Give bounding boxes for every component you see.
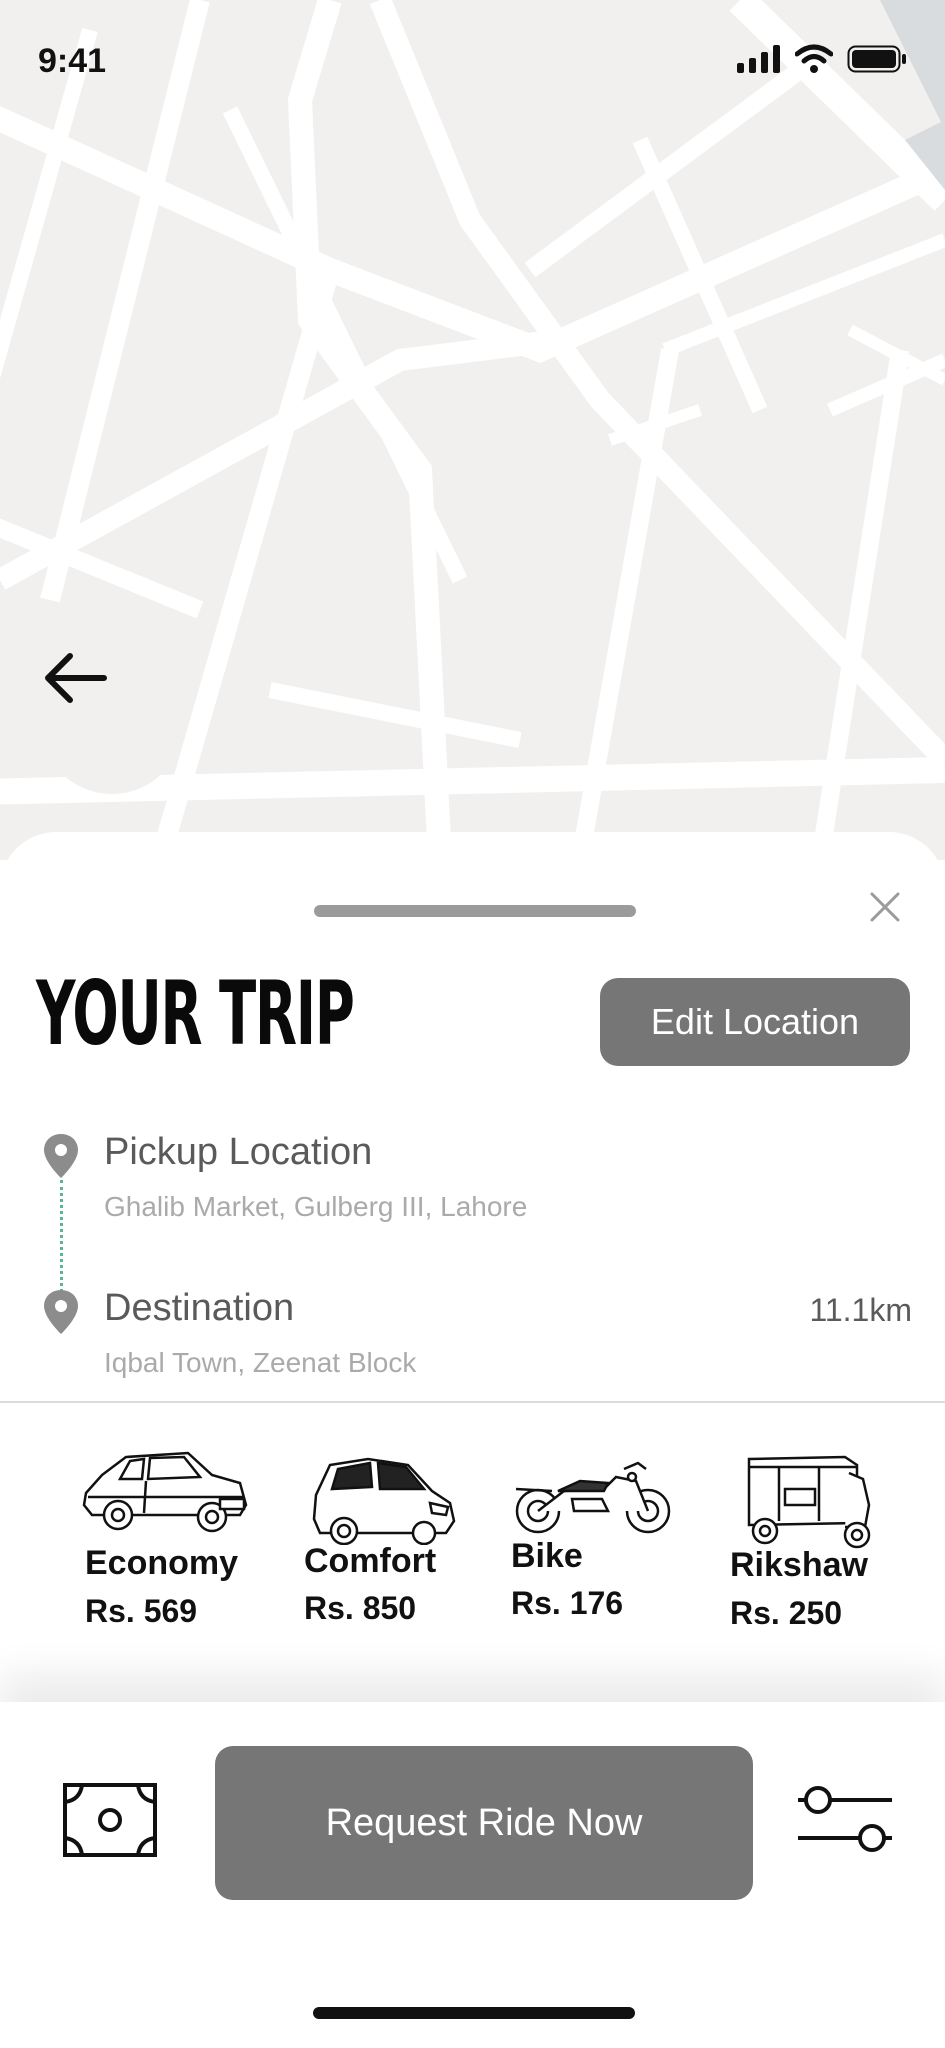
vehicle-name: Bike [511,1537,583,1575]
destination-pin-icon [44,1290,78,1334]
drag-handle[interactable] [314,905,636,917]
hatchback-car-icon [312,1457,456,1545]
close-icon [870,892,900,922]
request-ride-button[interactable]: Request Ride Now [215,1746,753,1900]
pickup-value[interactable]: Ghalib Market, Gulberg III, Lahore [104,1191,527,1223]
destination-label: Destination [104,1287,295,1329]
pickup-label: Pickup Location [104,1131,373,1173]
destination-value[interactable]: Iqbal Town, Zeenat Block [104,1347,416,1379]
divider [0,1401,945,1403]
status-bar: 9:41 [0,0,945,120]
close-button[interactable] [860,882,910,932]
home-indicator [313,2007,635,2019]
vehicle-price: Rs. 176 [511,1585,624,1621]
distance-value: 11.1km [809,1292,912,1328]
vehicle-price: Rs. 569 [85,1593,198,1629]
motorcycle-icon [515,1461,671,1534]
cash-icon [63,1783,157,1857]
battery-icon [847,45,906,73]
edit-location-button[interactable]: Edit Location [600,978,910,1066]
vehicle-name: Comfort [304,1542,437,1580]
status-time: 9:41 [38,42,107,80]
route-line [60,1180,63,1292]
pickup-pin-icon [44,1134,78,1178]
vehicle-option-comfort[interactable] [308,1455,458,1555]
bottom-bar: Request Ride Now [0,1702,945,2048]
vehicle-option-bike[interactable] [512,1455,674,1535]
map-view[interactable] [0,0,945,860]
rickshaw-icon [747,1455,871,1549]
status-icons [737,44,907,74]
vehicle-name: Economy [85,1544,239,1582]
vehicle-name: Rikshaw [730,1546,868,1584]
vehicle-price: Rs. 850 [304,1590,417,1626]
arrow-left-icon [45,653,107,703]
vehicle-price: Rs. 250 [730,1595,843,1631]
sedan-car-icon [82,1451,248,1533]
back-button[interactable] [40,650,184,794]
wifi-icon [795,44,833,73]
filter-button[interactable] [796,1784,896,1854]
payment-method-button[interactable] [62,1782,158,1858]
sliders-icon [798,1786,892,1852]
signal-icon [737,45,780,73]
vehicle-option-rikshaw[interactable] [745,1455,875,1550]
page-title: YOUR TRIP [36,962,355,1065]
